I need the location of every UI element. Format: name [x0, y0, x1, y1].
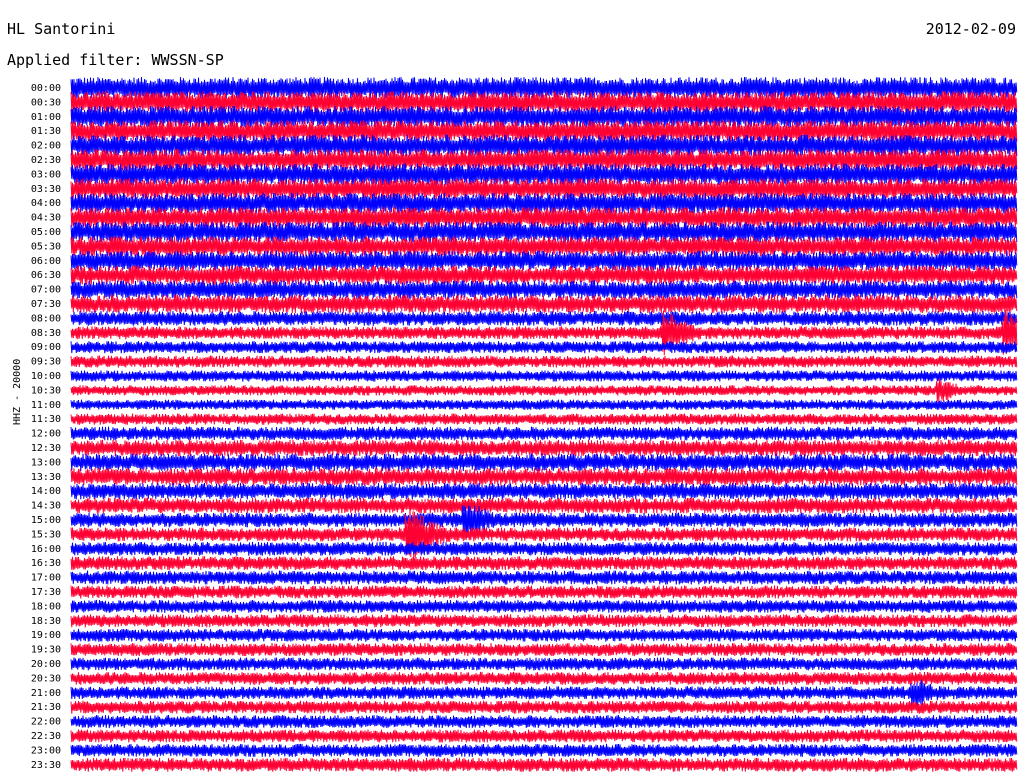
row-label-0230: 02:30 [31, 155, 61, 166]
row-label-0000: 00:00 [31, 83, 61, 94]
row-label-0830: 08:30 [31, 328, 61, 339]
trace-row-1900 [70, 628, 1018, 642]
trace-row-1130 [70, 413, 1018, 425]
trace-row-1100 [70, 399, 1018, 410]
trace-row-2000 [70, 657, 1018, 671]
row-label-1530: 15:30 [31, 529, 61, 540]
row-label-1700: 17:00 [31, 573, 61, 584]
row-label-2230: 22:30 [31, 731, 61, 742]
trace-row-1800 [70, 599, 1018, 613]
trace-row-1330 [70, 468, 1018, 486]
row-label-0430: 04:30 [31, 213, 61, 224]
row-label-1430: 14:30 [31, 501, 61, 512]
trace-row-2230 [70, 729, 1018, 743]
row-label-0330: 03:30 [31, 184, 61, 195]
row-label-1630: 16:30 [31, 558, 61, 569]
trace-row-1400 [70, 482, 1018, 500]
row-label-1730: 17:30 [31, 587, 61, 598]
trace-row-1600 [70, 541, 1018, 556]
row-label-2330: 23:30 [31, 760, 61, 771]
trace-group [70, 76, 1018, 772]
row-label-0500: 05:00 [31, 227, 61, 238]
trace-row-2130 [70, 700, 1018, 714]
trace-row-2030 [70, 671, 1018, 685]
row-label-0400: 04:00 [31, 198, 61, 209]
row-label-0800: 08:00 [31, 313, 61, 324]
helicorder-chart: 00:00 00:30 01:00 01:30 02:00 02:30 03:00 03:30… [31, 76, 1018, 772]
row-label-1800: 18:00 [31, 601, 61, 612]
trace-row-1830 [70, 614, 1018, 628]
trace-row-0930 [70, 355, 1018, 368]
row-label-1230: 12:30 [31, 443, 61, 454]
row-label-1600: 16:00 [31, 544, 61, 555]
row-label-0700: 07:00 [31, 285, 61, 296]
trace-row-1000 [70, 370, 1018, 382]
row-label-group: 00:00 00:30 01:00 01:30 02:00 02:30 03:00 03:30… [31, 83, 61, 771]
row-label-1030: 10:30 [31, 385, 61, 396]
trace-row-0800 [70, 310, 1018, 326]
row-label-1830: 18:30 [31, 616, 61, 627]
row-label-1330: 13:30 [31, 472, 61, 483]
row-label-2100: 21:00 [31, 688, 61, 699]
row-label-0100: 01:00 [31, 112, 61, 123]
trace-row-0730 [70, 294, 1018, 314]
row-label-1100: 11:00 [31, 400, 61, 411]
row-label-2200: 22:00 [31, 717, 61, 728]
trace-row-1700 [70, 570, 1018, 585]
trace-row-1630 [70, 556, 1018, 571]
row-label-1200: 12:00 [31, 429, 61, 440]
trace-row-1030 [70, 378, 1018, 403]
row-label-0530: 05:30 [31, 241, 61, 252]
row-label-1400: 14:00 [31, 486, 61, 497]
row-label-2030: 20:30 [31, 673, 61, 684]
trace-row-2330 [70, 757, 1018, 772]
row-label-0130: 01:30 [31, 126, 61, 137]
row-label-0030: 00:30 [31, 97, 61, 108]
row-label-2130: 21:30 [31, 702, 61, 713]
trace-row-1430 [70, 497, 1018, 514]
row-label-0600: 06:00 [31, 256, 61, 267]
trace-row-2200 [70, 715, 1018, 729]
row-label-0900: 09:00 [31, 342, 61, 353]
row-label-1130: 11:30 [31, 414, 61, 425]
row-label-2300: 23:00 [31, 745, 61, 756]
row-label-2000: 20:00 [31, 659, 61, 670]
row-label-1930: 19:30 [31, 645, 61, 656]
row-label-1300: 13:00 [31, 457, 61, 468]
row-label-0200: 02:00 [31, 141, 61, 152]
trace-row-0600 [70, 250, 1018, 271]
trace-row-0900 [70, 341, 1018, 354]
trace-row-1730 [70, 585, 1018, 599]
row-label-0630: 06:30 [31, 270, 61, 281]
row-label-0300: 03:00 [31, 169, 61, 180]
row-label-0730: 07:30 [31, 299, 61, 310]
trace-row-2300 [70, 743, 1018, 757]
row-label-1000: 10:00 [31, 371, 61, 382]
row-label-1500: 15:00 [31, 515, 61, 526]
trace-row-1930 [70, 643, 1018, 657]
row-label-1900: 19:00 [31, 630, 61, 641]
row-label-0930: 09:30 [31, 357, 61, 368]
trace-row-1300 [70, 453, 1018, 472]
trace-row-1200 [70, 426, 1018, 441]
